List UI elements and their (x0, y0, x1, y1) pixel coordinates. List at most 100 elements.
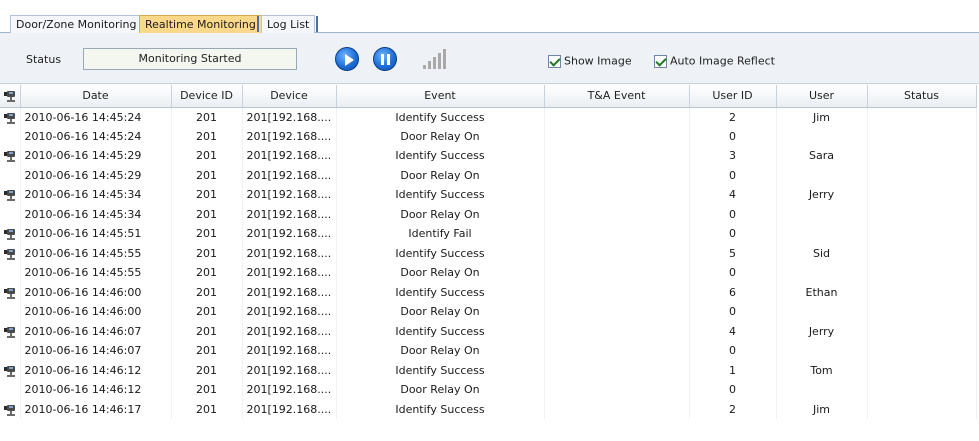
cell-user-id: 0 (689, 302, 777, 322)
cell-camera[interactable] (0, 341, 21, 361)
cell-camera[interactable] (0, 165, 21, 185)
cell-date: 2010-06-16 14:46:12 (20, 380, 172, 400)
cell-status (867, 263, 977, 283)
table-row[interactable]: 2010-06-16 14:45:29 201 201[192.168.... Ide… (0, 146, 977, 166)
column-header-camera[interactable] (0, 85, 21, 108)
cell-camera[interactable] (0, 204, 21, 224)
cell-user (776, 224, 868, 244)
table-row[interactable]: 2010-06-16 14:46:07 201 201[192.168.... Ide… (0, 321, 977, 341)
cell-date: 2010-06-16 14:46:12 (20, 360, 172, 380)
cell-ta-event (544, 302, 690, 322)
show-image-checkbox[interactable] (548, 54, 561, 68)
cell-device: 201[192.168.... (242, 146, 337, 166)
cell-date: 2010-06-16 14:46:07 (20, 321, 172, 341)
cell-device-id: 201 (171, 146, 243, 166)
cell-user: Tom (776, 360, 868, 380)
cell-ta-event (544, 204, 690, 224)
column-header-device[interactable]: Device (242, 85, 337, 108)
table-row[interactable]: 2010-06-16 14:46:12 201 201[192.168.... Ide… (0, 360, 977, 380)
cell-camera[interactable] (0, 360, 21, 380)
start-monitoring-button[interactable] (335, 47, 359, 71)
column-header-user-id[interactable]: User ID (689, 85, 777, 108)
column-header-event[interactable]: Event (336, 85, 545, 108)
cell-camera[interactable] (0, 282, 21, 302)
cell-date: 2010-06-16 14:45:55 (20, 263, 172, 283)
show-image-option[interactable]: Show Image (548, 54, 632, 68)
cell-device: 201[192.168.... (242, 126, 337, 146)
cell-event: Identify Success (336, 107, 545, 127)
cell-device: 201[192.168.... (242, 380, 337, 400)
cell-user (776, 263, 868, 283)
cell-ta-event (544, 224, 690, 244)
camera-icon[interactable] (3, 326, 16, 338)
column-header-status[interactable]: Status (867, 85, 977, 108)
column-header-date[interactable]: Date (20, 85, 172, 108)
auto-image-reflect-checkbox[interactable] (654, 54, 667, 68)
cell-device: 201[192.168.... (242, 360, 337, 380)
cell-camera[interactable] (0, 126, 21, 146)
camera-icon[interactable] (3, 228, 16, 241)
table-row[interactable]: 2010-06-16 14:45:55 201 201[192.168.... Doo… (0, 263, 977, 283)
cell-ta-event (544, 146, 690, 166)
cell-user (776, 126, 868, 146)
play-icon (345, 54, 354, 66)
auto-image-reflect-option[interactable]: Auto Image Reflect (654, 54, 775, 68)
cell-user-id: 0 (689, 165, 777, 185)
table-row[interactable]: 2010-06-16 14:45:24 201 201[192.168.... Ide… (0, 107, 977, 127)
table-row[interactable]: 2010-06-16 14:46:00 201 201[192.168.... Ide… (0, 282, 977, 302)
table-row[interactable]: 2010-06-16 14:46:00 201 201[192.168.... Doo… (0, 302, 977, 322)
cell-status (867, 302, 977, 322)
cell-ta-event (544, 107, 690, 127)
cell-camera[interactable] (0, 185, 21, 205)
camera-icon[interactable] (3, 150, 16, 163)
table-row[interactable]: 2010-06-16 14:45:29 201 201[192.168.... Doo… (0, 165, 977, 185)
tab-door-zone-monitoring[interactable]: Door/Zone Monitoring (10, 15, 143, 33)
table-row[interactable]: 2010-06-16 14:45:34 201 201[192.168.... Ide… (0, 185, 977, 205)
cell-date: 2010-06-16 14:45:24 (20, 126, 172, 146)
cell-camera[interactable] (0, 321, 21, 341)
cell-camera[interactable] (0, 107, 21, 127)
table-row[interactable]: 2010-06-16 14:45:34 201 201[192.168.... Doo… (0, 204, 977, 224)
tab-separator (316, 16, 318, 32)
cell-camera[interactable] (0, 146, 21, 166)
cell-device: 201[192.168.... (242, 243, 337, 263)
tab-realtime-monitoring[interactable]: Realtime Monitoring (139, 15, 262, 33)
event-log-table: Date Device ID Device Event T&A Event Us… (0, 85, 977, 419)
table-row[interactable]: 2010-06-16 14:46:07 201 201[192.168.... Doo… (0, 341, 977, 361)
cell-camera[interactable] (0, 243, 21, 263)
cell-ta-event (544, 126, 690, 146)
cell-user-id: 1 (689, 360, 777, 380)
cell-camera[interactable] (0, 399, 21, 419)
cell-event: Identify Success (336, 399, 545, 419)
cell-device-id: 201 (171, 321, 243, 341)
cell-device-id: 201 (171, 126, 243, 146)
cell-user (776, 380, 868, 400)
camera-icon[interactable] (3, 365, 16, 377)
cell-camera[interactable] (0, 302, 21, 322)
cell-device-id: 201 (171, 243, 243, 263)
cell-camera[interactable] (0, 380, 21, 400)
cell-device-id: 201 (171, 165, 243, 185)
table-row[interactable]: 2010-06-16 14:46:17 201 201[192.168.... Ide… (0, 399, 977, 419)
cell-user: Jerry (776, 321, 868, 341)
column-header-user[interactable]: User (776, 85, 868, 108)
cell-device-id: 201 (171, 399, 243, 419)
cell-camera[interactable] (0, 263, 21, 283)
pause-monitoring-button[interactable] (373, 47, 397, 71)
cell-camera[interactable] (0, 224, 21, 244)
table-row[interactable]: 2010-06-16 14:45:51 201 201[192.168.... Ide… (0, 224, 977, 244)
column-header-device-id[interactable]: Device ID (171, 85, 243, 108)
camera-icon[interactable] (3, 287, 16, 299)
camera-icon[interactable] (3, 404, 16, 416)
cell-user-id: 5 (689, 243, 777, 263)
camera-icon[interactable] (3, 248, 16, 260)
camera-icon[interactable] (3, 189, 16, 202)
table-row[interactable]: 2010-06-16 14:46:12 201 201[192.168.... Doo… (0, 380, 977, 400)
tab-log-list[interactable]: Log List (261, 15, 316, 33)
table-row[interactable]: 2010-06-16 14:45:24 201 201[192.168.... Doo… (0, 126, 977, 146)
cell-user-id: 0 (689, 341, 777, 361)
cell-status (867, 165, 977, 185)
column-header-ta-event[interactable]: T&A Event (544, 85, 690, 108)
table-row[interactable]: 2010-06-16 14:45:55 201 201[192.168.... Ide… (0, 243, 977, 263)
camera-icon[interactable] (3, 112, 16, 124)
